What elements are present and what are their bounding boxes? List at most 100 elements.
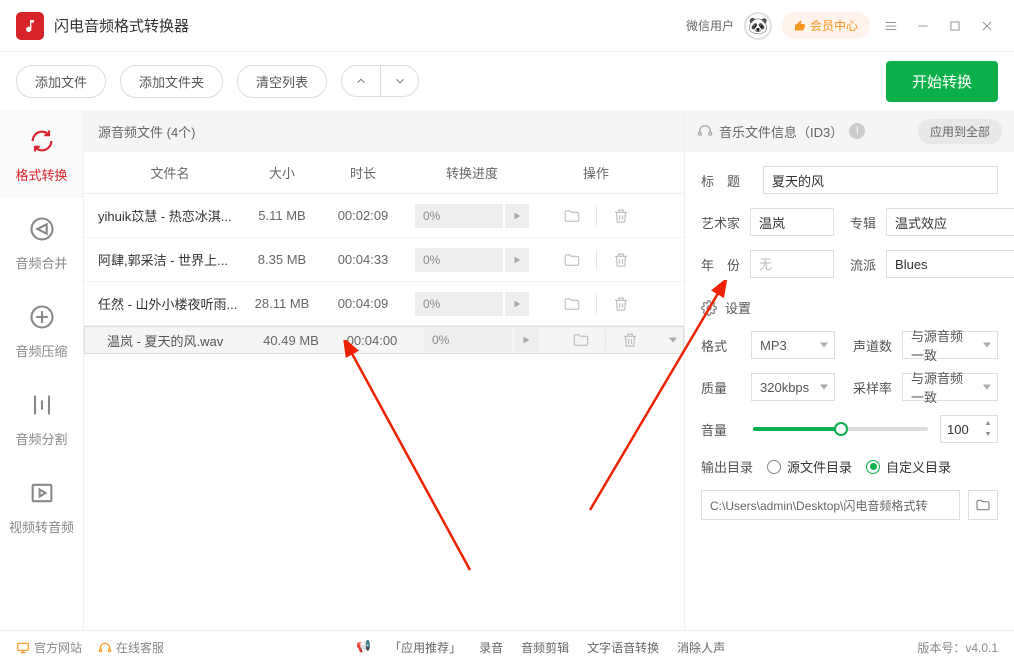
output-path-input[interactable] [701,490,960,520]
quality-select[interactable]: 320kbps [751,373,835,401]
file-duration: 00:04:09 [322,296,404,311]
foot-vocals[interactable]: 消除人声 [677,639,725,656]
add-file-button[interactable]: 添加文件 [16,65,106,98]
progress-bar: 0% [415,204,503,228]
refresh-icon [26,125,58,157]
play-button[interactable] [505,204,529,228]
thumb-icon [794,20,806,32]
menu-button[interactable] [880,15,902,37]
source-files-header: 源音频文件 (4个) [84,110,684,152]
progress-bar: 0% [424,328,512,352]
year-input[interactable] [750,250,834,278]
outdir-source-radio[interactable]: 源文件目录 [767,457,852,476]
file-name: 任然 - 山外小楼夜听雨... [84,294,242,313]
table-header: 文件名 大小 时长 转换进度 操作 [84,152,684,194]
delete-button[interactable] [611,206,631,226]
play-button[interactable] [505,248,529,272]
file-duration: 00:04:00 [331,333,413,348]
format-select[interactable]: MP3 [751,331,835,359]
sidebar-item-audio-split[interactable]: 音频分割 [0,374,83,462]
clear-list-button[interactable]: 清空列表 [237,65,327,98]
close-button[interactable] [976,15,998,37]
open-folder-button[interactable] [562,206,582,226]
file-name: 阿肆,郭采洁 - 世界上... [84,250,242,269]
genre-input[interactable] [886,250,1014,278]
version-label: 版本号：v4.0.1 [917,639,998,656]
start-convert-button[interactable]: 开始转换 [886,61,998,102]
minimize-button[interactable] [912,15,934,37]
footer: 官方网站 在线客服 📢 「应用推荐」 录音 音频剪辑 文字语音转换 消除人声 版… [0,630,1014,664]
info-icon[interactable]: ! [849,123,865,139]
sidebar-item-audio-compress[interactable]: 音频压缩 [0,286,83,374]
play-button[interactable] [505,292,529,316]
browse-folder-button[interactable] [968,490,998,520]
gear-icon [701,300,717,316]
apply-all-button[interactable]: 应用到全部 [918,119,1002,144]
col-ops: 操作 [540,163,652,182]
merge-icon [26,213,58,245]
wechat-user-label: 微信用户 [686,17,734,34]
open-folder-button[interactable] [562,294,582,314]
sidebar-item-video-to-audio[interactable]: 视频转音频 [0,462,83,550]
file-duration: 00:04:33 [322,252,404,267]
vip-center-button[interactable]: 会员中心 [782,12,870,39]
foot-cut[interactable]: 音频剪辑 [521,639,569,656]
customer-service-link[interactable]: 在线客服 [98,639,164,656]
file-list-panel: 源音频文件 (4个) 文件名 大小 时长 转换进度 操作 yihuik苡慧 - … [84,110,684,630]
play-button[interactable] [514,328,538,352]
artist-input[interactable] [750,208,834,236]
maximize-button[interactable] [944,15,966,37]
file-size: 40.49 MB [251,333,331,348]
move-down-button[interactable] [380,66,418,96]
toolbar: 添加文件 添加文件夹 清空列表 开始转换 [0,52,1014,110]
official-site-link[interactable]: 官方网站 [16,639,82,656]
move-updown [341,65,419,97]
open-folder-button[interactable] [571,330,591,350]
video-icon [26,477,58,509]
megaphone-icon: 📢 [356,639,371,656]
foot-record[interactable]: 录音 [479,639,503,656]
split-icon [26,389,58,421]
sidebar: 格式转换 音频合并 音频压缩 音频分割 视频转音频 [0,110,84,630]
move-up-button[interactable] [342,66,380,96]
settings-header: 设置 [725,298,751,317]
outdir-custom-radio[interactable]: 自定义目录 [866,457,951,476]
user-avatar[interactable]: 🐼 [744,12,772,40]
delete-button[interactable] [611,250,631,270]
titlebar: 闪电音频格式转换器 微信用户 🐼 会员中心 [0,0,1014,52]
file-duration: 00:02:09 [322,208,404,223]
volume-slider[interactable] [753,419,928,439]
sidebar-item-audio-merge[interactable]: 音频合并 [0,198,83,286]
app-title: 闪电音频格式转换器 [54,15,686,36]
album-input[interactable] [886,208,1014,236]
delete-button[interactable] [611,294,631,314]
table-row[interactable]: 阿肆,郭采洁 - 世界上... 8.35 MB 00:04:33 0% [84,238,684,282]
col-size: 大小 [242,163,322,182]
compress-icon [26,301,58,333]
table-row[interactable]: 任然 - 山外小楼夜听雨... 28.11 MB 00:04:09 0% [84,282,684,326]
col-progress: 转换进度 [404,163,540,182]
title-input[interactable] [763,166,998,194]
monitor-icon [16,641,30,655]
delete-button[interactable] [620,330,640,350]
channels-select[interactable]: 与源音频一致 [902,331,998,359]
sidebar-item-format-convert[interactable]: 格式转换 [0,110,83,198]
add-folder-button[interactable]: 添加文件夹 [120,65,223,98]
folder-icon [975,497,991,513]
right-panel: 音乐文件信息（ID3） ! 应用到全部 标 题 艺术家 专辑 年 份 流派 [684,110,1014,630]
open-folder-button[interactable] [562,250,582,270]
headphones-icon [697,123,713,139]
col-duration: 时长 [322,163,404,182]
file-name: 温岚 - 夏天的风.wav [93,331,251,350]
volume-spin[interactable]: 100 ▲▼ [940,415,998,443]
app-recommend[interactable]: 「应用推荐」 [389,639,461,656]
id3-header: 音乐文件信息（ID3） [719,122,843,141]
sample-select[interactable]: 与源音频一致 [902,373,998,401]
file-size: 5.11 MB [242,208,322,223]
foot-tts[interactable]: 文字语音转换 [587,639,659,656]
file-size: 8.35 MB [242,252,322,267]
table-row[interactable]: yihuik苡慧 - 热恋冰淇... 5.11 MB 00:02:09 0% [84,194,684,238]
progress-bar: 0% [415,292,503,316]
table-row[interactable]: 温岚 - 夏天的风.wav 40.49 MB 00:04:00 0% [84,326,684,354]
headset-icon [98,641,112,655]
